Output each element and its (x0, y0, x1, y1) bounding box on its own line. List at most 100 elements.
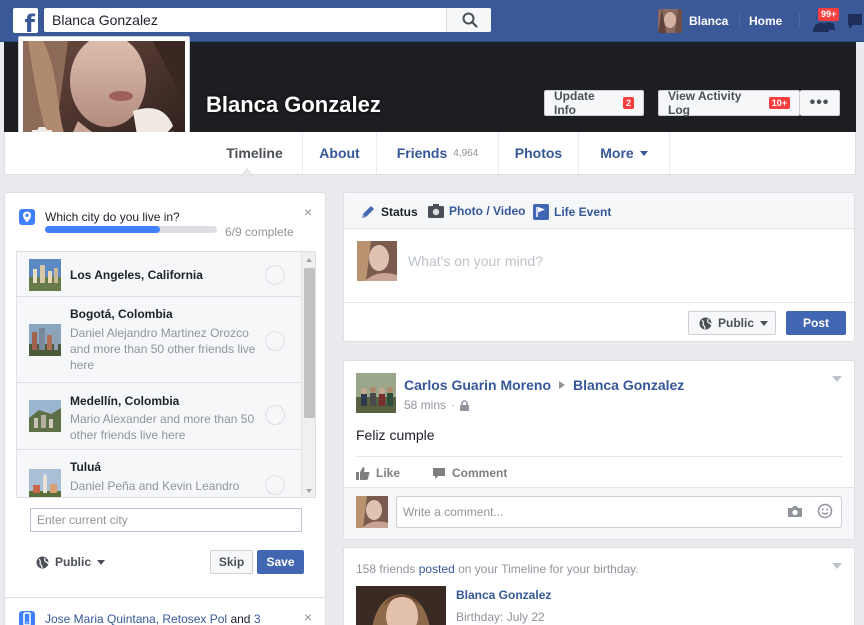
lock-icon[interactable] (460, 399, 470, 411)
birthday-photo[interactable] (356, 586, 446, 625)
location-pin-icon (19, 209, 35, 225)
city-thumbnail (29, 400, 61, 432)
comment-icon (433, 467, 445, 479)
post-target[interactable]: Blanca Gonzalez (573, 377, 684, 393)
city-option-medellin[interactable]: Medellín, Colombia Mario Alexander and m… (17, 383, 301, 450)
suggestion-card: Jose Maria Quintana, Retosex Pol and 3 × (4, 597, 326, 625)
suggestion-names[interactable]: Jose Maria Quintana, Retosex Pol (45, 612, 227, 625)
profile-progress-bar (45, 226, 217, 233)
like-button[interactable]: Like (356, 466, 400, 480)
birthday-summary-text: 158 friends posted on your Timeline for … (356, 562, 639, 576)
audience-selector[interactable]: Public (36, 555, 106, 569)
question-title: Which city do you live in? (45, 210, 180, 224)
more-options-button[interactable]: ••• (800, 90, 840, 116)
birthday-person-name[interactable]: Blanca Gonzalez (456, 588, 551, 602)
camera-icon[interactable] (787, 505, 803, 518)
update-info-badge: 2 (622, 97, 634, 109)
emoji-icon[interactable] (817, 503, 833, 519)
composer-footer: Public Post (344, 302, 854, 342)
city-list-scrollbar[interactable] (301, 252, 315, 497)
nav-divider (739, 12, 740, 28)
progress-text: 6/9 complete (225, 225, 294, 239)
flag-icon (533, 204, 549, 220)
city-radio[interactable] (265, 265, 285, 285)
city-radio[interactable] (265, 405, 285, 425)
profile-nav: Timeline About Friends 4,964 Photos More (4, 132, 856, 175)
search-input[interactable] (44, 8, 446, 32)
scroll-down-icon[interactable] (306, 489, 312, 493)
birthday-posted-link[interactable]: posted (419, 562, 455, 576)
comment-input[interactable] (396, 496, 842, 528)
close-icon[interactable]: × (304, 204, 312, 220)
post-button[interactable]: Post (786, 311, 846, 335)
composer-tabs: Status Photo / Video Life Event (344, 193, 854, 229)
scroll-up-icon[interactable] (306, 258, 312, 262)
close-icon[interactable]: × (304, 609, 312, 625)
city-thumbnail (29, 259, 61, 291)
tab-timeline[interactable]: Timeline (207, 132, 303, 174)
tab-photos[interactable]: Photos (499, 132, 579, 174)
nav-home-link[interactable]: Home (749, 14, 782, 28)
composer-tab-life-event[interactable]: Life Event (533, 204, 611, 220)
more-dots-icon: ••• (809, 94, 830, 111)
nav-user-name: Blanca (689, 13, 729, 28)
tab-more[interactable]: More (579, 132, 670, 174)
camera-icon (428, 204, 444, 218)
city-option-tulua[interactable]: Tuluá Daniel Peña and Kevin Leandro Zapa… (17, 450, 301, 497)
tab-label: Timeline (226, 145, 283, 161)
nav-divider (799, 12, 800, 28)
activity-log-label: View Activity Log (668, 89, 742, 117)
save-button[interactable]: Save (257, 550, 304, 574)
timeline-post: Carlos Guarin Moreno Blanca Gonzalez 58 … (343, 360, 855, 540)
city-option-bogota[interactable]: Bogotá, Colombia Daniel Alejandro Martin… (17, 297, 301, 383)
city-detail: Daniel Peña and Kevin Leandro Zapata Qui… (70, 479, 240, 497)
post-options-chevron-icon[interactable] (832, 376, 842, 382)
messages-icon[interactable] (846, 11, 864, 31)
post-author[interactable]: Carlos Guarin Moreno (404, 377, 551, 393)
search-button[interactable] (446, 8, 491, 32)
nav-profile-link[interactable]: Blanca (658, 8, 728, 33)
tab-about[interactable]: About (303, 132, 377, 174)
city-option-los-angeles[interactable]: Los Angeles, California (17, 252, 301, 297)
current-city-input[interactable] (30, 508, 302, 532)
suggestion-more[interactable]: 3 (254, 612, 261, 625)
city-radio[interactable] (265, 475, 285, 495)
status-input[interactable] (408, 251, 838, 271)
post-header: Carlos Guarin Moreno Blanca Gonzalez (404, 377, 684, 393)
tab-label: Photos (514, 145, 563, 161)
skip-button[interactable]: Skip (210, 550, 253, 574)
author-avatar[interactable] (356, 373, 396, 413)
tab-label: Friends (396, 145, 448, 161)
audience-label: Public (718, 316, 755, 330)
card-options-chevron-icon[interactable] (832, 563, 842, 569)
scroll-thumb[interactable] (304, 268, 315, 418)
profile-name[interactable]: Blanca Gonzalez (206, 92, 381, 118)
chevron-down-icon (97, 559, 106, 565)
tab-friends[interactable]: Friends 4,964 (377, 132, 499, 174)
view-activity-log-button[interactable]: View Activity Log 10+ (658, 89, 800, 117)
comment-button[interactable]: Comment (432, 466, 507, 480)
update-info-button[interactable]: Update Info 2 (544, 89, 644, 117)
post-actions: Like Comment (356, 456, 842, 488)
audience-selector[interactable]: Public (688, 311, 776, 335)
post-composer: Status Photo / Video Life Event Public P… (343, 192, 855, 342)
city-thumbnail (29, 324, 61, 356)
composer-tab-label: Life Event (554, 205, 612, 219)
audience-label: Public (55, 555, 92, 569)
facebook-logo[interactable]: f (13, 8, 38, 36)
composer-tab-status[interactable]: Status (360, 204, 418, 220)
arrow-right-icon (559, 381, 566, 389)
activity-log-badge: 10+ (768, 97, 790, 109)
suggestion-text[interactable]: Jose Maria Quintana, Retosex Pol and 3 (45, 612, 261, 625)
composer-tab-photo-video[interactable]: Photo / Video (428, 204, 525, 218)
meta-separator: · (451, 398, 456, 412)
city-radio[interactable] (265, 331, 285, 351)
birthday-summary-card: 158 friends posted on your Timeline for … (343, 547, 855, 625)
post-time[interactable]: 58 mins (404, 398, 446, 412)
globe-icon (699, 317, 712, 329)
pencil-icon (362, 206, 374, 218)
city-name: Medellín, Colombia (70, 394, 180, 408)
thumbs-up-icon (356, 467, 370, 480)
post-meta: 58 mins · (404, 398, 470, 412)
tab-label: More (600, 145, 634, 161)
